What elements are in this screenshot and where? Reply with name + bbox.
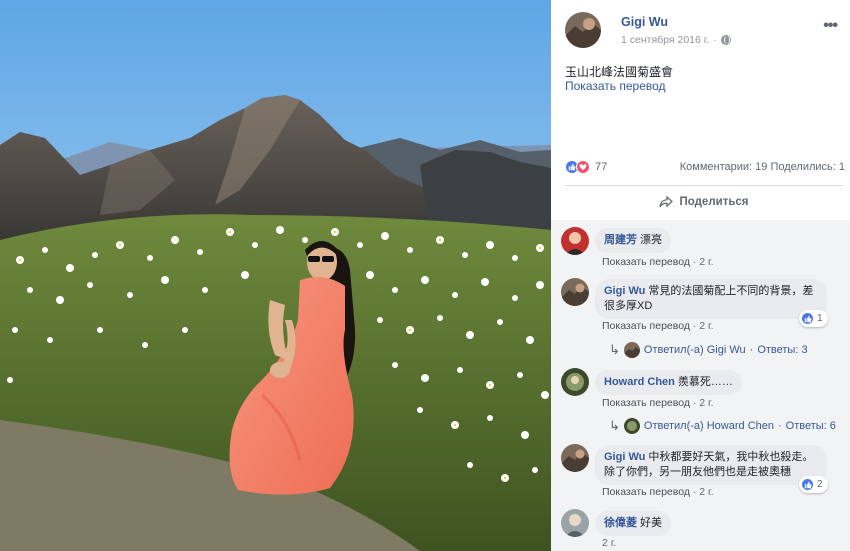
actions-separator: · — [692, 486, 697, 498]
comment-bubble: 徐偉菱 好美 — [595, 511, 671, 536]
commenter-avatar[interactable] — [561, 227, 589, 255]
share-icon — [659, 196, 674, 208]
comment-age[interactable]: 2 г. — [699, 397, 713, 409]
comment-actions: Показать перевод · 2 г. — [602, 486, 714, 498]
comment-translate-link[interactable]: Показать перевод — [602, 397, 690, 409]
more-options-icon[interactable]: ••• — [823, 17, 838, 35]
comment-text: 好美 — [640, 517, 662, 529]
comment-bubble: Howard Chen 羨慕死…… — [595, 370, 742, 395]
reply-count: Ответы: 3 — [757, 344, 808, 356]
comment-actions: Показать перевод · 2 г. — [602, 397, 714, 409]
post-stats: 77 Комментарии: 19 Поделились: 1 — [565, 158, 845, 178]
commenter-name[interactable]: 周建芳 — [604, 234, 637, 246]
reply-separator: · — [749, 344, 754, 356]
commenter-avatar[interactable] — [561, 368, 589, 396]
comment-like-count: 2 — [817, 479, 823, 490]
comment-actions: Показать перевод · 2 г. — [602, 320, 714, 332]
post-translate-link[interactable]: Показать перевод — [565, 79, 666, 93]
commenter-name[interactable]: Gigi Wu — [604, 451, 645, 463]
comment-age[interactable]: 2 г. — [699, 486, 713, 498]
commenter-avatar[interactable] — [561, 444, 589, 472]
comment-age[interactable]: 2 г. — [699, 320, 713, 332]
comment-actions: Показать перевод · 2 г. — [602, 256, 714, 268]
author-avatar[interactable] — [565, 12, 601, 48]
actions-separator: · — [692, 256, 697, 268]
reply-label: Ответил(-а) Howard Chen — [643, 420, 774, 432]
post-date[interactable]: 1 сентября 2016 г. — [621, 34, 709, 46]
reply-label: Ответил(-а) Gigi Wu — [643, 344, 746, 356]
meta-separator: · — [713, 34, 717, 46]
commenter-avatar[interactable] — [561, 509, 589, 537]
like-reaction-icon — [801, 312, 814, 325]
reply-separator: · — [778, 420, 782, 432]
comment-text: 常見的法國菊配上不同的背景，差 — [648, 285, 814, 297]
actions-separator: · — [692, 397, 697, 409]
comment-like-badge[interactable]: 2 — [799, 476, 828, 493]
comment-like-badge[interactable]: 1 — [799, 310, 828, 327]
reactions-summary[interactable]: 77 — [565, 160, 607, 174]
comment-age[interactable]: 2 г. — [602, 537, 616, 549]
comment-translate-link[interactable]: Показать перевод — [602, 320, 690, 332]
comment-like-count: 1 — [817, 313, 823, 324]
commenter-name[interactable]: Howard Chen — [604, 376, 675, 388]
post-side-panel: Gigi Wu 1 сентября 2016 г. · ••• 玉山北峰法國菊… — [551, 0, 850, 551]
comment-text-line2: 除了你們，另一朋友他們也是走被奧穗 — [604, 466, 791, 478]
like-reaction-icon — [801, 478, 814, 491]
mountain-flower-photo — [0, 0, 551, 551]
reaction-count: 77 — [595, 161, 608, 173]
comments-section: 周建芳 漂亮 Показать перевод · 2 г. Gigi Wu 常見的… — [551, 220, 850, 551]
comment-translate-link[interactable]: Показать перевод — [602, 256, 690, 268]
share-button[interactable]: Поделиться — [565, 190, 843, 214]
comment-share-counts[interactable]: Комментарии: 19 Поделились: 1 — [680, 161, 845, 173]
replies-link[interactable]: ↳ Ответил(-а) Howard Chen · Ответы: 6 — [609, 418, 836, 434]
comment-age[interactable]: 2 г. — [699, 256, 713, 268]
reply-avatar — [623, 418, 640, 434]
post-photo[interactable] — [0, 0, 551, 551]
comment-text: 羨慕死…… — [677, 376, 733, 388]
post-author-name[interactable]: Gigi Wu — [621, 15, 668, 29]
comment-bubble: 周建芳 漂亮 — [595, 228, 671, 253]
comment-bubble: Gigi Wu 常見的法國菊配上不同的背景，差 很多厚XD — [595, 279, 827, 319]
commenter-name[interactable]: Gigi Wu — [604, 285, 645, 297]
post-header: Gigi Wu 1 сентября 2016 г. · ••• — [565, 12, 845, 48]
comment-text-line2: 很多厚XD — [604, 300, 653, 312]
comment-text: 漂亮 — [640, 234, 662, 246]
reply-arrow-icon: ↳ — [609, 342, 620, 357]
commenter-name[interactable]: 徐偉菱 — [604, 517, 637, 529]
share-label: Поделиться — [679, 196, 749, 208]
reply-count: Ответы: 6 — [785, 420, 836, 432]
post-text: 玉山北峰法國菊盛會 — [565, 65, 674, 79]
globe-icon — [720, 35, 731, 45]
post-meta: 1 сентября 2016 г. · — [621, 34, 731, 46]
reply-avatar — [623, 342, 640, 358]
comment-translate-link[interactable]: Показать перевод — [602, 486, 690, 498]
replies-link[interactable]: ↳ Ответил(-а) Gigi Wu · Ответы: 3 — [609, 342, 808, 358]
actions-separator: · — [692, 320, 697, 332]
reply-arrow-icon: ↳ — [609, 418, 620, 433]
commenter-avatar[interactable] — [561, 278, 589, 306]
comment-bubble: Gigi Wu 中秋都要好天氣，我中秋也殺走。 除了你們，另一朋友他們也是走被奧穗 — [595, 445, 827, 485]
comment-actions: 2 г. — [602, 537, 616, 549]
comment-text: 中秋都要好天氣，我中秋也殺走。 — [648, 451, 814, 463]
divider-top — [565, 185, 843, 186]
love-reaction-icon — [576, 160, 590, 174]
